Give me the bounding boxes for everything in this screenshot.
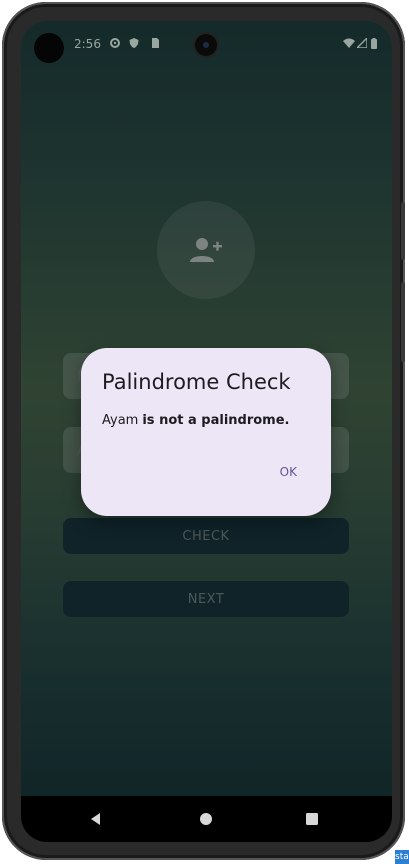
dialog-message-text: is not a palindrome.	[142, 413, 290, 428]
sim-icon	[152, 38, 159, 48]
home-icon[interactable]	[197, 810, 215, 828]
shield-icon	[129, 38, 139, 48]
settings-icon	[110, 38, 120, 48]
front-camera	[195, 34, 217, 56]
phone-frame: N A CHECK NEXT 2:56	[2, 2, 405, 860]
ok-button[interactable]: OK	[280, 465, 297, 479]
dialog-message: Ayam is not a palindrome.	[102, 413, 289, 428]
camera-cutout	[34, 33, 64, 63]
signal-icon	[357, 38, 367, 48]
corner-tag: sta	[395, 850, 409, 864]
dialog-message-name: Ayam	[102, 413, 139, 428]
status-time: 2:56	[74, 37, 101, 51]
palindrome-dialog: Palindrome Check Ayam is not a palindrome…	[81, 348, 331, 516]
back-icon[interactable]	[87, 810, 105, 828]
power-button	[401, 202, 405, 260]
wifi-icon	[343, 38, 355, 48]
dialog-title: Palindrome Check	[102, 370, 291, 394]
battery-icon	[371, 38, 377, 49]
screen: N A CHECK NEXT 2:56	[21, 21, 392, 842]
recents-icon[interactable]	[303, 810, 321, 828]
navigation-bar	[21, 796, 392, 842]
status-bar: 2:56	[21, 21, 392, 67]
volume-button	[401, 282, 405, 362]
